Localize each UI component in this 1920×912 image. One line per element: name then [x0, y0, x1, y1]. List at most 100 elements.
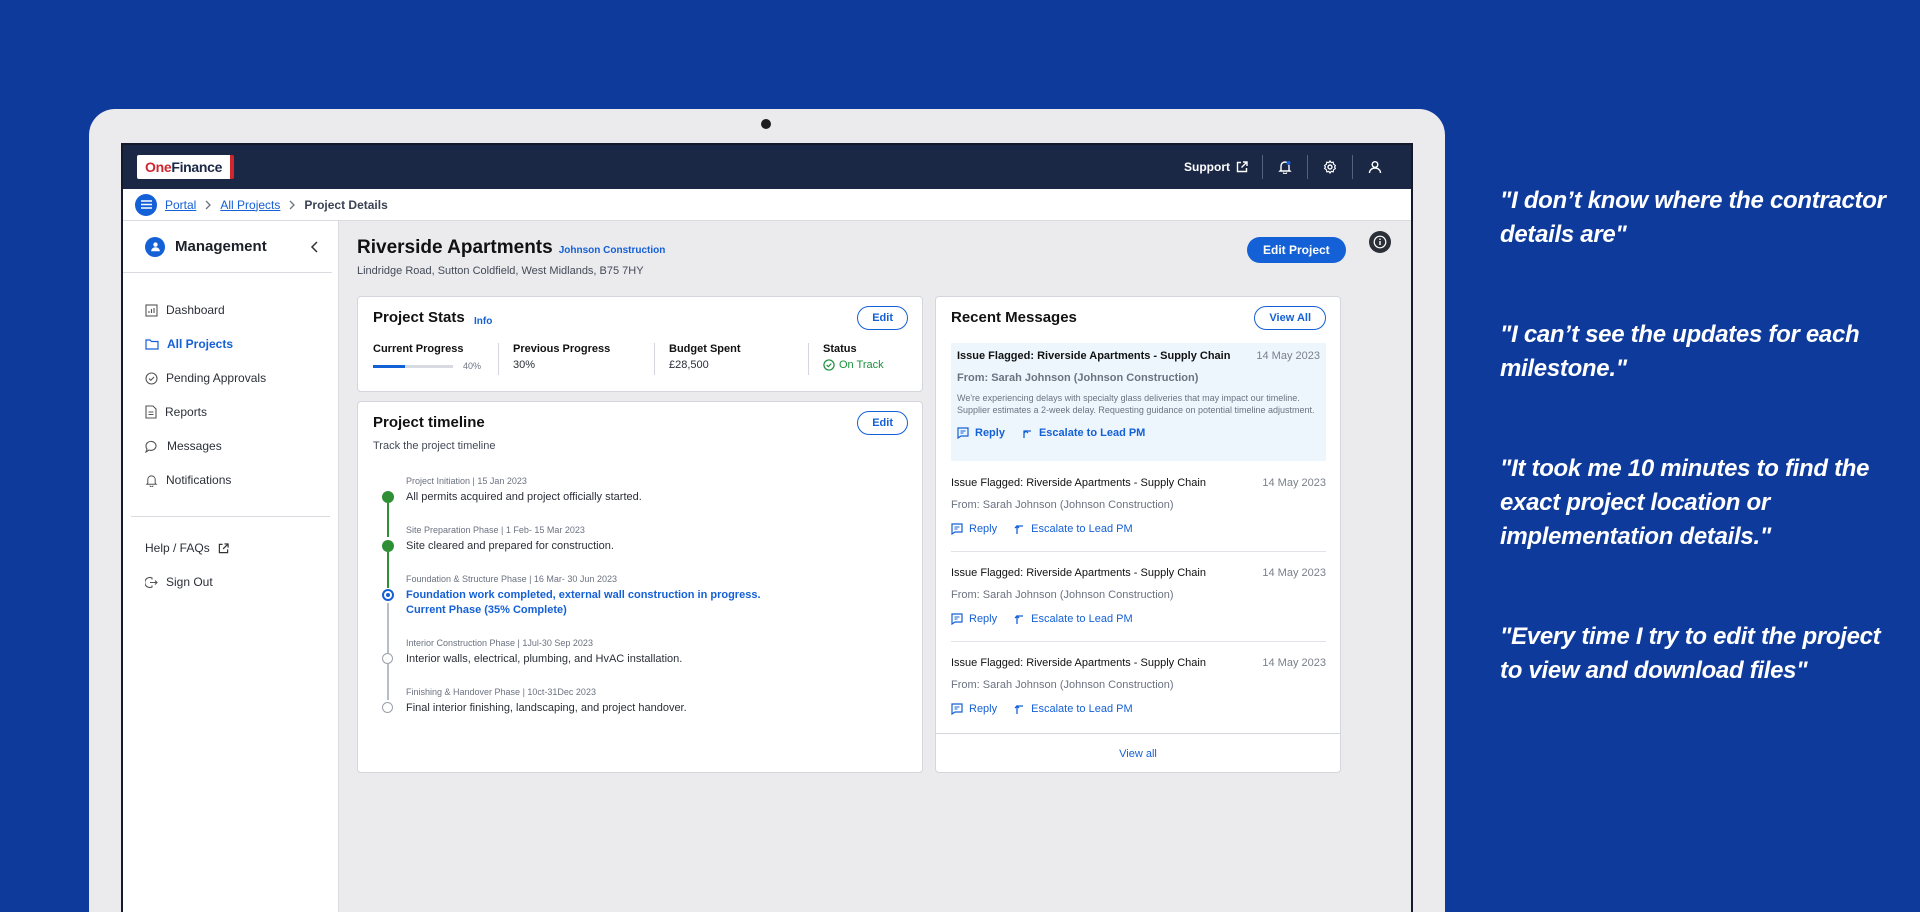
- sign-out-link[interactable]: Sign Out: [123, 565, 338, 599]
- edit-project-button[interactable]: Edit Project: [1247, 237, 1346, 263]
- stat-current-progress: Current Progress 40%: [373, 343, 499, 375]
- message-from: From: Sarah Johnson (Johnson Constructio…: [951, 679, 1174, 691]
- message-actions: Reply Escalate to Lead PM: [951, 613, 1326, 625]
- reply-button[interactable]: Reply: [951, 613, 997, 625]
- settings-button[interactable]: [1308, 160, 1352, 174]
- milestone-desc: Final interior finishing, landscaping, a…: [406, 702, 687, 714]
- menu-button[interactable]: [135, 193, 157, 216]
- external-link-icon: [1236, 161, 1248, 173]
- onefinance-logo[interactable]: One Finance: [137, 155, 235, 179]
- page-info-button[interactable]: [1369, 231, 1391, 253]
- message-subject: Issue Flagged: Riverside Apartments - Su…: [951, 657, 1206, 669]
- sidebar-item-reports[interactable]: Reports: [145, 395, 338, 429]
- message-date: 14 May 2023: [1256, 350, 1320, 362]
- document-icon: [145, 405, 157, 419]
- reply-label: Reply: [969, 613, 998, 625]
- message-body: We're experiencing delays with specialty…: [957, 393, 1315, 415]
- management-avatar: [145, 236, 165, 257]
- reply-icon: [957, 427, 969, 439]
- timeline-item-current: Foundation & Structure Phase | 16 Mar- 3…: [382, 574, 786, 653]
- reply-icon: [951, 523, 963, 535]
- milestone-complete-dot: [382, 491, 394, 503]
- edit-stats-button[interactable]: Edit: [857, 306, 908, 330]
- progress-percent: 40%: [463, 361, 482, 371]
- external-link-icon: [218, 542, 229, 553]
- user-quote: "It took me 10 minutes to find the exact…: [1500, 455, 1870, 550]
- message-header: Issue Flagged: Riverside Apartments - Su…: [951, 477, 1326, 489]
- message-header: Issue Flagged: Riverside Apartments - Su…: [951, 567, 1326, 579]
- progress-wrap: 40%: [373, 361, 486, 371]
- breadcrumb-current: Project Details: [304, 197, 388, 212]
- breadcrumb-all-projects[interactable]: All Projects: [220, 198, 280, 212]
- profile-button[interactable]: [1353, 160, 1397, 174]
- reply-icon: [951, 613, 963, 625]
- timeline-subtitle: Track the project timeline: [373, 440, 496, 452]
- reply-label: Reply: [969, 523, 998, 535]
- sidebar-item-label: All Projects: [167, 337, 234, 351]
- timeline-item: Interior Construction Phase | 1Jul-30 Se…: [382, 638, 786, 700]
- edit-timeline-button[interactable]: Edit: [857, 411, 908, 435]
- help-faqs-link[interactable]: Help / FAQs: [123, 531, 338, 565]
- help-label: Help / FAQs: [145, 541, 210, 555]
- notifications-button[interactable]: [1263, 160, 1307, 174]
- status-badge: On Track: [823, 359, 884, 371]
- user-quote: "Every time I try to edit the project to…: [1500, 623, 1881, 684]
- message-item[interactable]: Issue Flagged: Riverside Apartments - Su…: [951, 567, 1326, 625]
- sidebar-item-notifications[interactable]: Notifications: [145, 463, 338, 497]
- sign-out-label: Sign Out: [166, 575, 213, 589]
- project-timeline-card: Project timeline Track the project timel…: [357, 401, 923, 773]
- message-actions: Reply Escalate to Lead PM: [951, 703, 1326, 715]
- message-item[interactable]: Issue Flagged: Riverside Apartments - Su…: [951, 657, 1326, 715]
- escalate-icon: [1023, 430, 1031, 438]
- main-content: Riverside Apartments Johnson Constructio…: [339, 221, 1411, 912]
- contractor-link[interactable]: Johnson Construction: [559, 245, 666, 256]
- check-circle-icon: [145, 371, 158, 385]
- timeline-item: Finishing & Handover Phase | 10ct-31Dec …: [382, 687, 786, 736]
- view-all-messages-link[interactable]: View all: [936, 733, 1340, 773]
- message-actions: Reply Escalate to Lead PM: [957, 427, 1320, 439]
- sidebar-item-dashboard[interactable]: Dashboard: [145, 293, 338, 327]
- escalate-button[interactable]: Escalate to Lead PM: [1021, 427, 1145, 439]
- escalate-button[interactable]: Escalate to Lead PM: [1013, 523, 1133, 535]
- escalate-button[interactable]: Escalate to Lead PM: [1013, 703, 1133, 715]
- stats-info-link[interactable]: Info: [474, 316, 492, 327]
- stat-budget-spent: Budget Spent £28,500: [669, 343, 809, 375]
- sidebar-item-all-projects[interactable]: All Projects: [145, 327, 338, 361]
- recent-messages-card: Recent Messages View All Issue Flagged: …: [935, 296, 1341, 773]
- sidebar-item-label: Notifications: [166, 473, 232, 487]
- breadcrumb-portal[interactable]: Portal: [165, 198, 196, 212]
- sidebar-item-messages[interactable]: Messages: [145, 429, 338, 463]
- progress-bar: [373, 364, 453, 368]
- message-subject: Issue Flagged: Riverside Apartments - Su…: [951, 567, 1206, 579]
- message-from: From: Sarah Johnson (Johnson Constructio…: [951, 499, 1174, 511]
- status-text: On Track: [839, 359, 884, 371]
- message-subject: Issue Flagged: Riverside Apartments - Su…: [957, 350, 1231, 362]
- milestone-desc-text: Foundation work completed, external wall…: [406, 589, 761, 601]
- milestone-complete-dot: [382, 540, 394, 552]
- message-item[interactable]: Issue Flagged: Riverside Apartments - Su…: [951, 477, 1326, 535]
- reply-button[interactable]: Reply: [951, 523, 997, 535]
- sidebar-item-label: Reports: [165, 405, 208, 419]
- sidebar-item-label: Messages: [167, 439, 222, 453]
- project-title: Riverside Apartments: [357, 237, 553, 258]
- bell-icon: [145, 474, 158, 487]
- reply-button[interactable]: Reply: [951, 703, 997, 715]
- reply-button[interactable]: Reply: [957, 427, 1005, 439]
- chat-icon: [145, 440, 157, 453]
- sidebar-item-pending-approvals[interactable]: Pending Approvals: [145, 361, 338, 395]
- chevron-right-icon: [289, 200, 296, 209]
- view-all-messages-button[interactable]: View All: [1254, 306, 1326, 330]
- message-item-featured[interactable]: Issue Flagged: Riverside Apartments - Su…: [951, 343, 1326, 461]
- sidebar-divider: [131, 516, 330, 517]
- milestone-pending-dot: [382, 653, 393, 664]
- sidebar-item-label: Dashboard: [166, 303, 225, 317]
- milestone-current-dot: [382, 589, 394, 601]
- support-link[interactable]: Support: [1184, 160, 1262, 174]
- stat-label: Previous Progress: [513, 343, 611, 355]
- escalate-button[interactable]: Escalate to Lead PM: [1013, 613, 1133, 625]
- top-nav-bar: One Finance Support: [123, 145, 1411, 189]
- stat-label: Status: [823, 343, 857, 355]
- escalate-icon: [1014, 525, 1024, 534]
- chevron-left-icon[interactable]: [310, 240, 320, 253]
- app-screen: One Finance Support Portal All Projects …: [121, 143, 1413, 912]
